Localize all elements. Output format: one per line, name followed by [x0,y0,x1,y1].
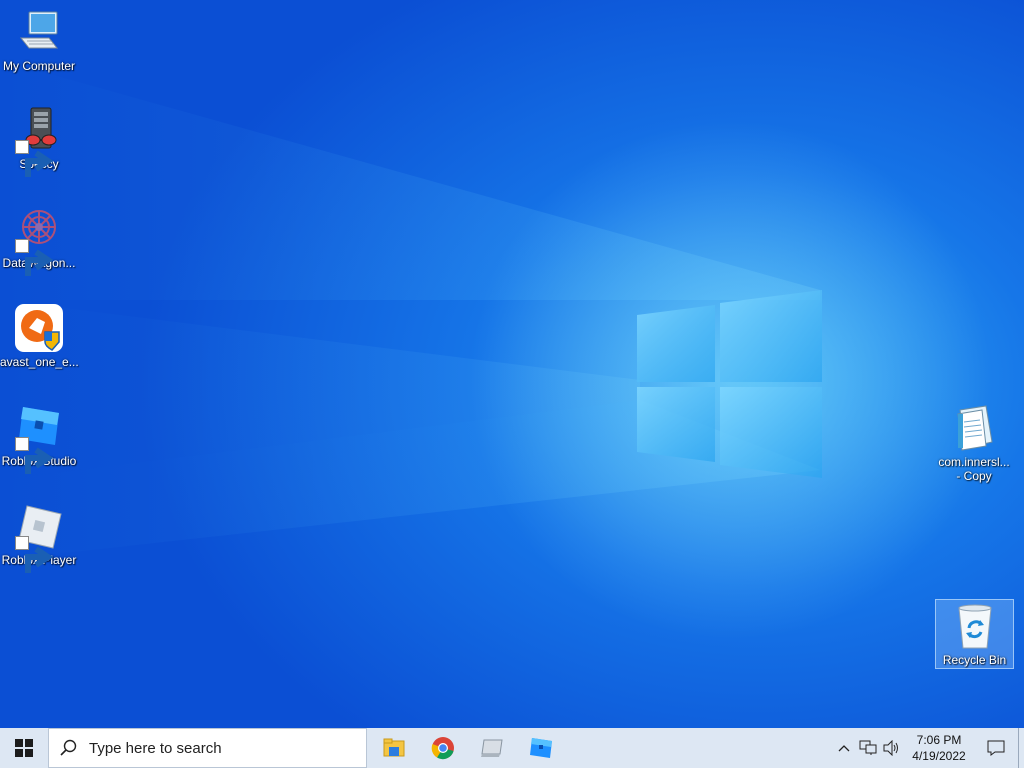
desktop-icon-datawagon[interactable]: DataWagon... [0,205,78,276]
shortcut-arrow-icon [15,437,54,474]
desktop-icon-avast[interactable]: avast_one_e... [0,304,79,369]
desktop-icon-label: Recycle Bin [942,653,1007,667]
file-explorer-icon [383,738,404,757]
network-icon[interactable] [856,728,880,768]
roblox-studio-icon [15,403,63,474]
computer-icon [15,8,63,56]
search-placeholder: Type here to search [89,739,222,757]
windows-logo-icon [15,739,33,757]
start-button[interactable] [0,728,48,768]
notification-button[interactable] [974,728,1018,768]
volume-icon[interactable] [880,728,904,768]
avast-icon [15,304,63,352]
desktop-icon-my-computer[interactable]: My Computer [0,8,78,73]
roblox-player-icon [15,502,63,573]
taskbar: Type here to search 7:06 PM 4/19/2022 [0,728,1024,768]
clock-date: 4/19/2022 [912,749,966,763]
windows-logo-wallpaper [0,0,1024,728]
taskbar-app-file-explorer[interactable] [369,728,418,768]
desktop-icon-roblox-player[interactable]: Roblox Player [0,502,78,573]
taskbar-app-drive[interactable] [467,728,516,768]
speccy-icon [15,106,63,177]
desktop-icon-label: My Computer [2,59,76,73]
search-input[interactable]: Type here to search [48,728,367,768]
desktop-icon-roblox-studio[interactable]: Roblox Studio [0,403,78,474]
notification-icon [987,740,1005,756]
shortcut-arrow-icon [15,239,54,276]
taskbar-clock[interactable]: 7:06 PM 4/19/2022 [904,732,974,764]
shortcut-arrow-icon [15,536,54,573]
desktop-icon-label: com.innersl... [938,455,1010,469]
desktop-icon-text-file-copy[interactable]: com.innersl... - Copy [935,404,1013,483]
desktop-icon-speccy[interactable]: Speccy [0,106,78,177]
chevron-up-icon[interactable] [832,728,856,768]
shortcut-arrow-icon [15,140,54,177]
search-icon [49,739,89,757]
chrome-icon [431,737,454,760]
drive-icon [480,739,503,757]
taskbar-app-chrome[interactable] [418,728,467,768]
desktop-icon-label-line2: - Copy [956,469,992,483]
desktop-icon-label: avast_one_e... [0,355,79,369]
roblox-studio-icon [529,738,552,758]
desktop-icon-recycle-bin[interactable]: Recycle Bin [935,599,1014,669]
clock-time: 7:06 PM [916,733,962,747]
datawagon-icon [15,205,63,276]
system-tray: 7:06 PM 4/19/2022 [832,728,1024,768]
show-desktop-button[interactable] [1018,728,1024,768]
taskbar-app-roblox-studio[interactable] [516,728,565,768]
desktop-wallpaper [0,0,1024,728]
recycle-bin-icon [951,602,999,650]
notepad-file-icon [950,404,998,452]
